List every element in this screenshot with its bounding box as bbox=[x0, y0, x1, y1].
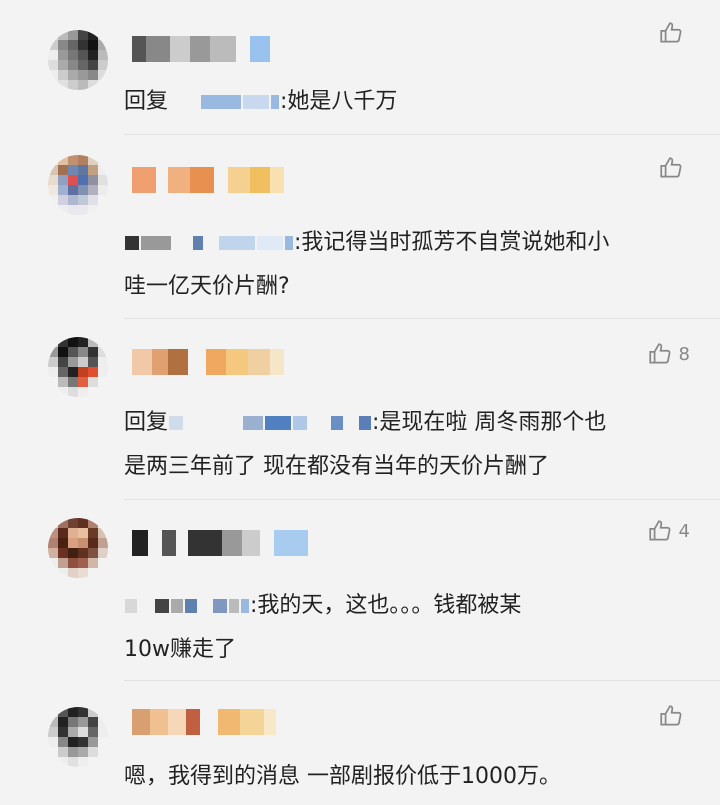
comment-body-line2: 10w赚走了 bbox=[124, 637, 236, 662]
avatar[interactable] bbox=[48, 518, 108, 578]
like-button[interactable] bbox=[658, 703, 690, 729]
comment-body-line2: 是两三年前了 现在都没有当年的天价片酬了 bbox=[124, 454, 549, 479]
comment-body: :我的天，这也。。。钱都被某 bbox=[250, 593, 522, 618]
username-pixelated[interactable] bbox=[132, 36, 270, 62]
comment-body: :她是八千万 bbox=[280, 89, 398, 114]
avatar[interactable] bbox=[48, 30, 108, 90]
username-pixelated[interactable] bbox=[132, 349, 284, 375]
thumbs-up-icon bbox=[660, 22, 682, 43]
avatar[interactable] bbox=[48, 155, 108, 215]
username-pixelated[interactable] bbox=[132, 167, 284, 193]
avatar[interactable] bbox=[48, 337, 108, 397]
comment-text: 嗯，我得到的消息 一部剧报价低于1000万。 bbox=[124, 755, 696, 799]
like-button[interactable] bbox=[658, 20, 690, 46]
comment-item: 回复 :她是八千万 bbox=[0, 0, 720, 135]
username-pixelated[interactable] bbox=[132, 709, 276, 735]
comment-body-line2: 哇一亿天价片酬? bbox=[124, 274, 290, 299]
comment-item: 4 :我的天，这也。。。钱都被某 10w赚走了 bbox=[0, 500, 720, 680]
like-count: 8 bbox=[678, 343, 690, 365]
thumbs-up-icon bbox=[648, 520, 670, 541]
comment-text: :我的天，这也。。。钱都被某 10w赚走了 bbox=[124, 584, 696, 672]
reply-prefix: 回复 bbox=[124, 410, 169, 435]
like-button[interactable]: 8 bbox=[647, 341, 690, 367]
comment-text: :我记得当时孤芳不自赏说她和小 哇一亿天价片酬? bbox=[124, 221, 696, 309]
comment-item: 嗯，我得到的消息 一部剧报价低于1000万。 bbox=[0, 681, 720, 805]
comment-item: :我记得当时孤芳不自赏说她和小 哇一亿天价片酬? bbox=[0, 135, 720, 318]
comment-item: 8 回复 :是现在啦 周冬雨那个也是两三年前了 现在都没有当年的天价片酬了 bbox=[0, 319, 720, 499]
like-button[interactable] bbox=[658, 155, 690, 181]
avatar[interactable] bbox=[48, 707, 108, 767]
thumbs-up-icon bbox=[660, 705, 682, 726]
comment-body: :是现在啦 周冬雨那个也 bbox=[372, 410, 607, 435]
like-count: 4 bbox=[678, 520, 690, 542]
comment-body: 嗯，我得到的消息 一部剧报价低于1000万。 bbox=[124, 764, 561, 789]
like-button[interactable]: 4 bbox=[647, 518, 690, 544]
thumbs-up-icon bbox=[660, 157, 682, 178]
thumbs-up-icon bbox=[648, 343, 670, 364]
username-pixelated[interactable] bbox=[132, 530, 308, 556]
comment-text: 回复 :是现在啦 周冬雨那个也是两三年前了 现在都没有当年的天价片酬了 bbox=[124, 401, 696, 489]
comment-text: 回复 :她是八千万 bbox=[124, 80, 696, 124]
comment-body: :我记得当时孤芳不自赏说她和小 bbox=[294, 230, 610, 255]
reply-prefix: 回复 bbox=[124, 89, 169, 114]
comment-feed: 回复 :她是八千万 :我记得当时孤芳不自赏说她和小 哇一亿天价片酬? 8 回复 … bbox=[0, 0, 720, 805]
